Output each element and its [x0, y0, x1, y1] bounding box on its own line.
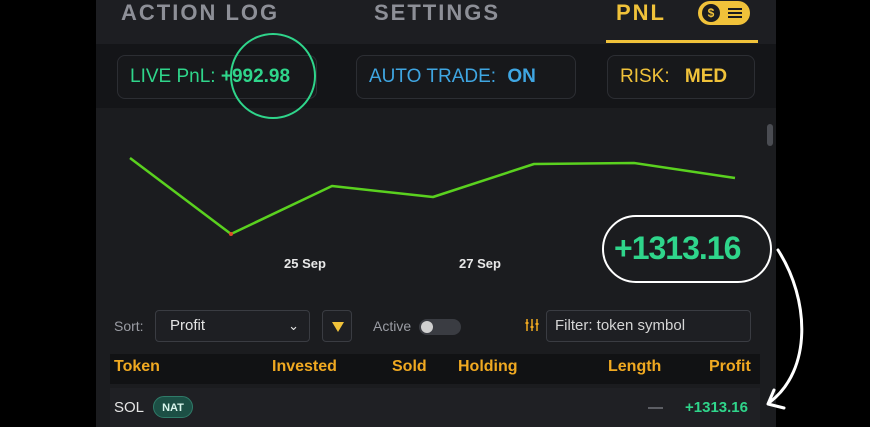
total-profit-value: +1313.16: [614, 230, 741, 266]
header-profit[interactable]: Profit: [709, 358, 751, 376]
row-profit: +1313.16: [685, 399, 748, 416]
currency-toggle[interactable]: $: [698, 1, 750, 25]
dollar-icon: $: [702, 4, 720, 22]
sort-label: Sort:: [114, 318, 144, 334]
sort-value: Profit: [170, 317, 206, 334]
tab-pnl[interactable]: PNL: [616, 0, 666, 26]
active-tab-underline: [606, 40, 758, 43]
pnl-min-point: [229, 232, 233, 236]
row-length: —: [648, 399, 663, 416]
x-tick-label: 25 Sep: [284, 256, 326, 271]
row-token: SOL: [114, 399, 145, 416]
sort-direction-button[interactable]: [322, 310, 352, 342]
auto-trade-value: ON: [507, 66, 536, 87]
filter-icon: [525, 319, 539, 331]
tab-action-log[interactable]: ACTION LOG: [121, 0, 279, 26]
active-label: Active: [373, 318, 412, 334]
toggle-knob: [421, 321, 433, 333]
x-tick-label: 27 Sep: [459, 256, 501, 271]
auto-trade-pill[interactable]: AUTO TRADE: ON: [356, 55, 576, 99]
chevron-down-icon: ⌄: [288, 318, 299, 333]
auto-trade-label: AUTO TRADE:: [369, 66, 497, 87]
token-filter-placeholder: Filter: token symbol: [555, 317, 686, 334]
live-pnl-label: LIVE PnL:: [130, 66, 216, 87]
table-header: [110, 354, 760, 384]
menu-icon: [728, 6, 742, 20]
scrollbar[interactable]: [767, 124, 773, 146]
tab-settings[interactable]: SETTINGS: [374, 0, 500, 26]
risk-pill[interactable]: RISK: MED: [607, 55, 755, 99]
header-token[interactable]: Token: [114, 358, 160, 376]
token-filter-input[interactable]: Filter: token symbol: [546, 310, 751, 342]
highlight-circle: [230, 33, 316, 119]
sort-select[interactable]: Profit ⌄: [155, 310, 310, 342]
triangle-down-icon: [332, 322, 344, 332]
active-toggle[interactable]: [419, 319, 461, 335]
token-badge: NAT: [153, 396, 193, 418]
risk-value: MED: [684, 66, 728, 87]
header-sold[interactable]: Sold: [392, 358, 427, 376]
header-length[interactable]: Length: [608, 358, 661, 376]
header-invested[interactable]: Invested: [272, 358, 337, 376]
header-holding[interactable]: Holding: [458, 358, 518, 376]
risk-label: RISK:: [620, 66, 670, 87]
